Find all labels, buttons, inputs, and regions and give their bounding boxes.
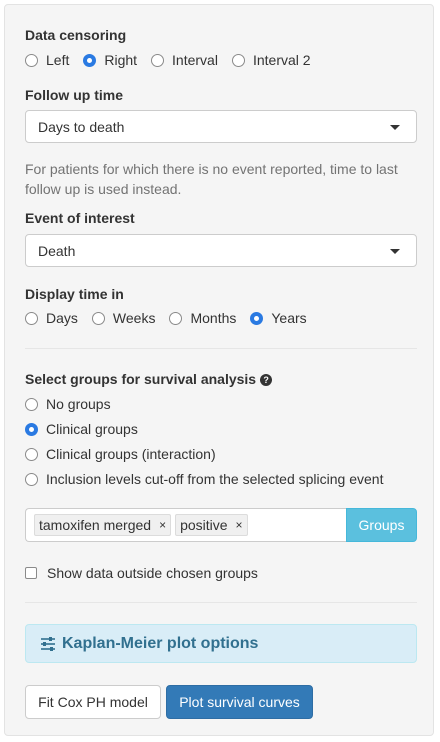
remove-tag-icon[interactable]: × xyxy=(159,518,166,532)
groups-option-no-groups[interactable]: No groups xyxy=(25,396,111,412)
km-options-label: Kaplan-Meier plot options xyxy=(62,634,259,652)
caret-down-icon xyxy=(390,125,400,130)
radio-weeks[interactable] xyxy=(91,311,105,325)
sliders-icon xyxy=(41,636,55,651)
caret-down-icon xyxy=(390,249,400,254)
radio-clinical-groups[interactable] xyxy=(25,422,38,436)
remove-tag-icon[interactable]: × xyxy=(236,518,243,532)
display-time-radio-group: Days Weeks Months Years xyxy=(25,310,321,326)
group-tag: tamoxifen merged × xyxy=(34,514,172,536)
help-question-icon[interactable]: ? xyxy=(260,374,273,386)
display-time-option-months[interactable]: Months xyxy=(169,310,236,326)
event-select-value: Death xyxy=(38,242,76,259)
radio-years[interactable] xyxy=(250,311,264,325)
show-outside-checkbox-row[interactable]: Show data outside chosen groups xyxy=(25,565,258,581)
radio-days[interactable] xyxy=(25,311,38,325)
radio-left[interactable] xyxy=(25,53,38,67)
radio-clinical-interaction[interactable] xyxy=(25,447,38,461)
radio-months[interactable] xyxy=(169,311,183,325)
censoring-option-left[interactable]: Left xyxy=(25,52,69,68)
censoring-option-interval[interactable]: Interval xyxy=(151,52,218,68)
event-select[interactable]: Death xyxy=(25,234,417,267)
radio-inclusion-cutoff[interactable] xyxy=(25,472,38,486)
group-tag: positive × xyxy=(175,514,248,536)
display-time-label: Display time in xyxy=(25,286,124,302)
groups-option-clinical-interaction[interactable]: Clinical groups (interaction) xyxy=(25,446,216,462)
groups-button[interactable]: Groups xyxy=(346,508,417,542)
fit-cox-button[interactable]: Fit Cox PH model xyxy=(25,685,161,719)
event-label: Event of interest xyxy=(25,210,135,226)
followup-select-value: Days to death xyxy=(38,118,125,135)
followup-label: Follow up time xyxy=(25,87,123,103)
display-time-option-years[interactable]: Years xyxy=(250,310,307,326)
plot-survival-button[interactable]: Plot survival curves xyxy=(166,685,313,719)
km-options-toggle[interactable]: Kaplan-Meier plot options xyxy=(25,624,417,663)
display-time-option-weeks[interactable]: Weeks xyxy=(91,310,155,326)
groups-label: Select groups for survival analysis? xyxy=(25,371,273,387)
radio-interval[interactable] xyxy=(151,53,165,67)
radio-no-groups[interactable] xyxy=(25,397,38,411)
censoring-label: Data censoring xyxy=(25,27,127,43)
display-time-option-days[interactable]: Days xyxy=(25,310,78,326)
censoring-option-right[interactable]: Right xyxy=(83,52,137,68)
groups-tag-input[interactable]: tamoxifen merged × positive × xyxy=(25,508,347,542)
followup-help-text: For patients for which there is no event… xyxy=(25,161,398,197)
followup-select[interactable]: Days to death xyxy=(25,110,417,143)
radio-interval-2[interactable] xyxy=(231,53,245,67)
divider xyxy=(25,602,417,603)
groups-option-clinical[interactable]: Clinical groups xyxy=(25,421,138,437)
survival-panel: Data censoring Left Right Interval Inter… xyxy=(4,4,434,736)
censoring-radio-group: Left Right Interval Interval 2 xyxy=(25,52,325,68)
show-outside-checkbox[interactable] xyxy=(25,567,37,579)
censoring-option-interval-2[interactable]: Interval 2 xyxy=(231,52,311,68)
groups-option-cutoff[interactable]: Inclusion levels cut-off from the select… xyxy=(25,471,383,487)
radio-right[interactable] xyxy=(83,53,97,67)
divider xyxy=(25,348,417,349)
